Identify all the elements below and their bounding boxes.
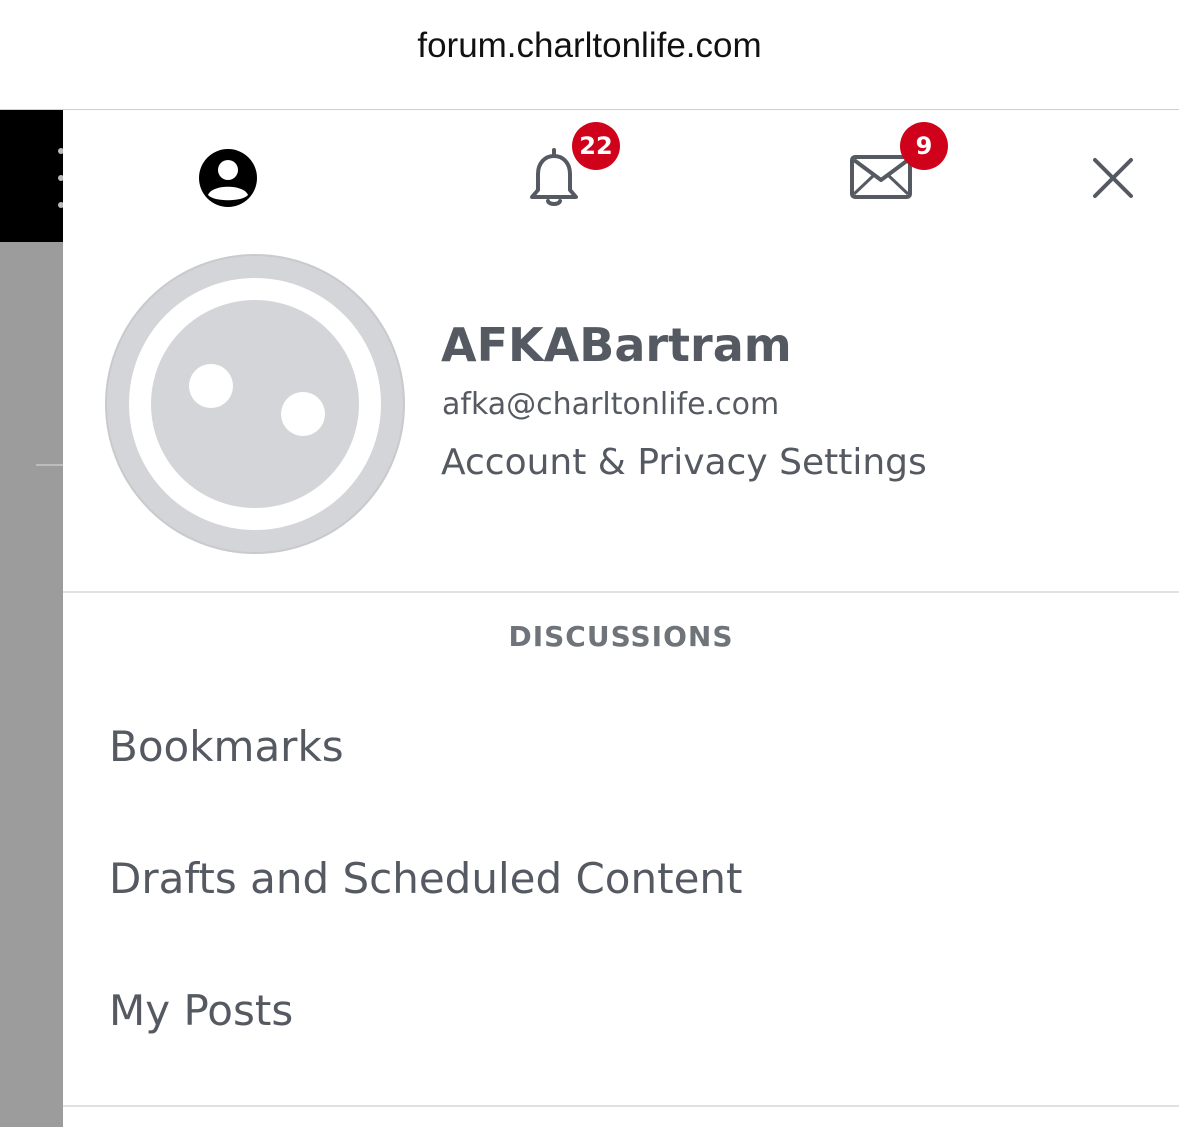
close-menu-button[interactable]	[1089, 154, 1137, 202]
menu-item-drafts-scheduled[interactable]: Drafts and Scheduled Content	[109, 854, 743, 914]
background-header	[0, 110, 64, 242]
discussions-section-header: DISCUSSIONS	[508, 620, 734, 653]
menu-item-my-posts[interactable]: My Posts	[109, 986, 293, 1046]
profile-divider	[63, 591, 1179, 593]
account-circle-icon[interactable]	[196, 146, 260, 210]
account-privacy-settings-link[interactable]: Account & Privacy Settings	[441, 442, 927, 483]
account-menu-panel: 22 9 AFKABartram afka@charltonlife.com A…	[63, 110, 1179, 1127]
discussions-divider	[63, 1105, 1179, 1107]
profile-summary: AFKABartram afka@charltonlife.com Accoun…	[63, 250, 1179, 592]
user-email: afka@charltonlife.com	[442, 387, 780, 422]
username[interactable]: AFKABartram	[441, 318, 792, 372]
messages-count-badge: 9	[900, 122, 948, 170]
close-icon	[1093, 158, 1133, 198]
notifications-count-badge: 22	[572, 122, 620, 170]
background-divider	[36, 464, 63, 466]
url-text: forum.charltonlife.com	[417, 25, 762, 65]
messages-button[interactable]	[849, 154, 913, 200]
avatar[interactable]	[105, 254, 405, 554]
browser-url-bar[interactable]: forum.charltonlife.com	[0, 0, 1179, 110]
background-page-overlay[interactable]	[0, 110, 64, 1127]
menu-item-bookmarks[interactable]: Bookmarks	[109, 722, 344, 782]
account-menu-toolbar: 22 9	[63, 110, 1179, 250]
envelope-icon	[850, 155, 912, 199]
default-avatar-icon	[105, 254, 405, 554]
